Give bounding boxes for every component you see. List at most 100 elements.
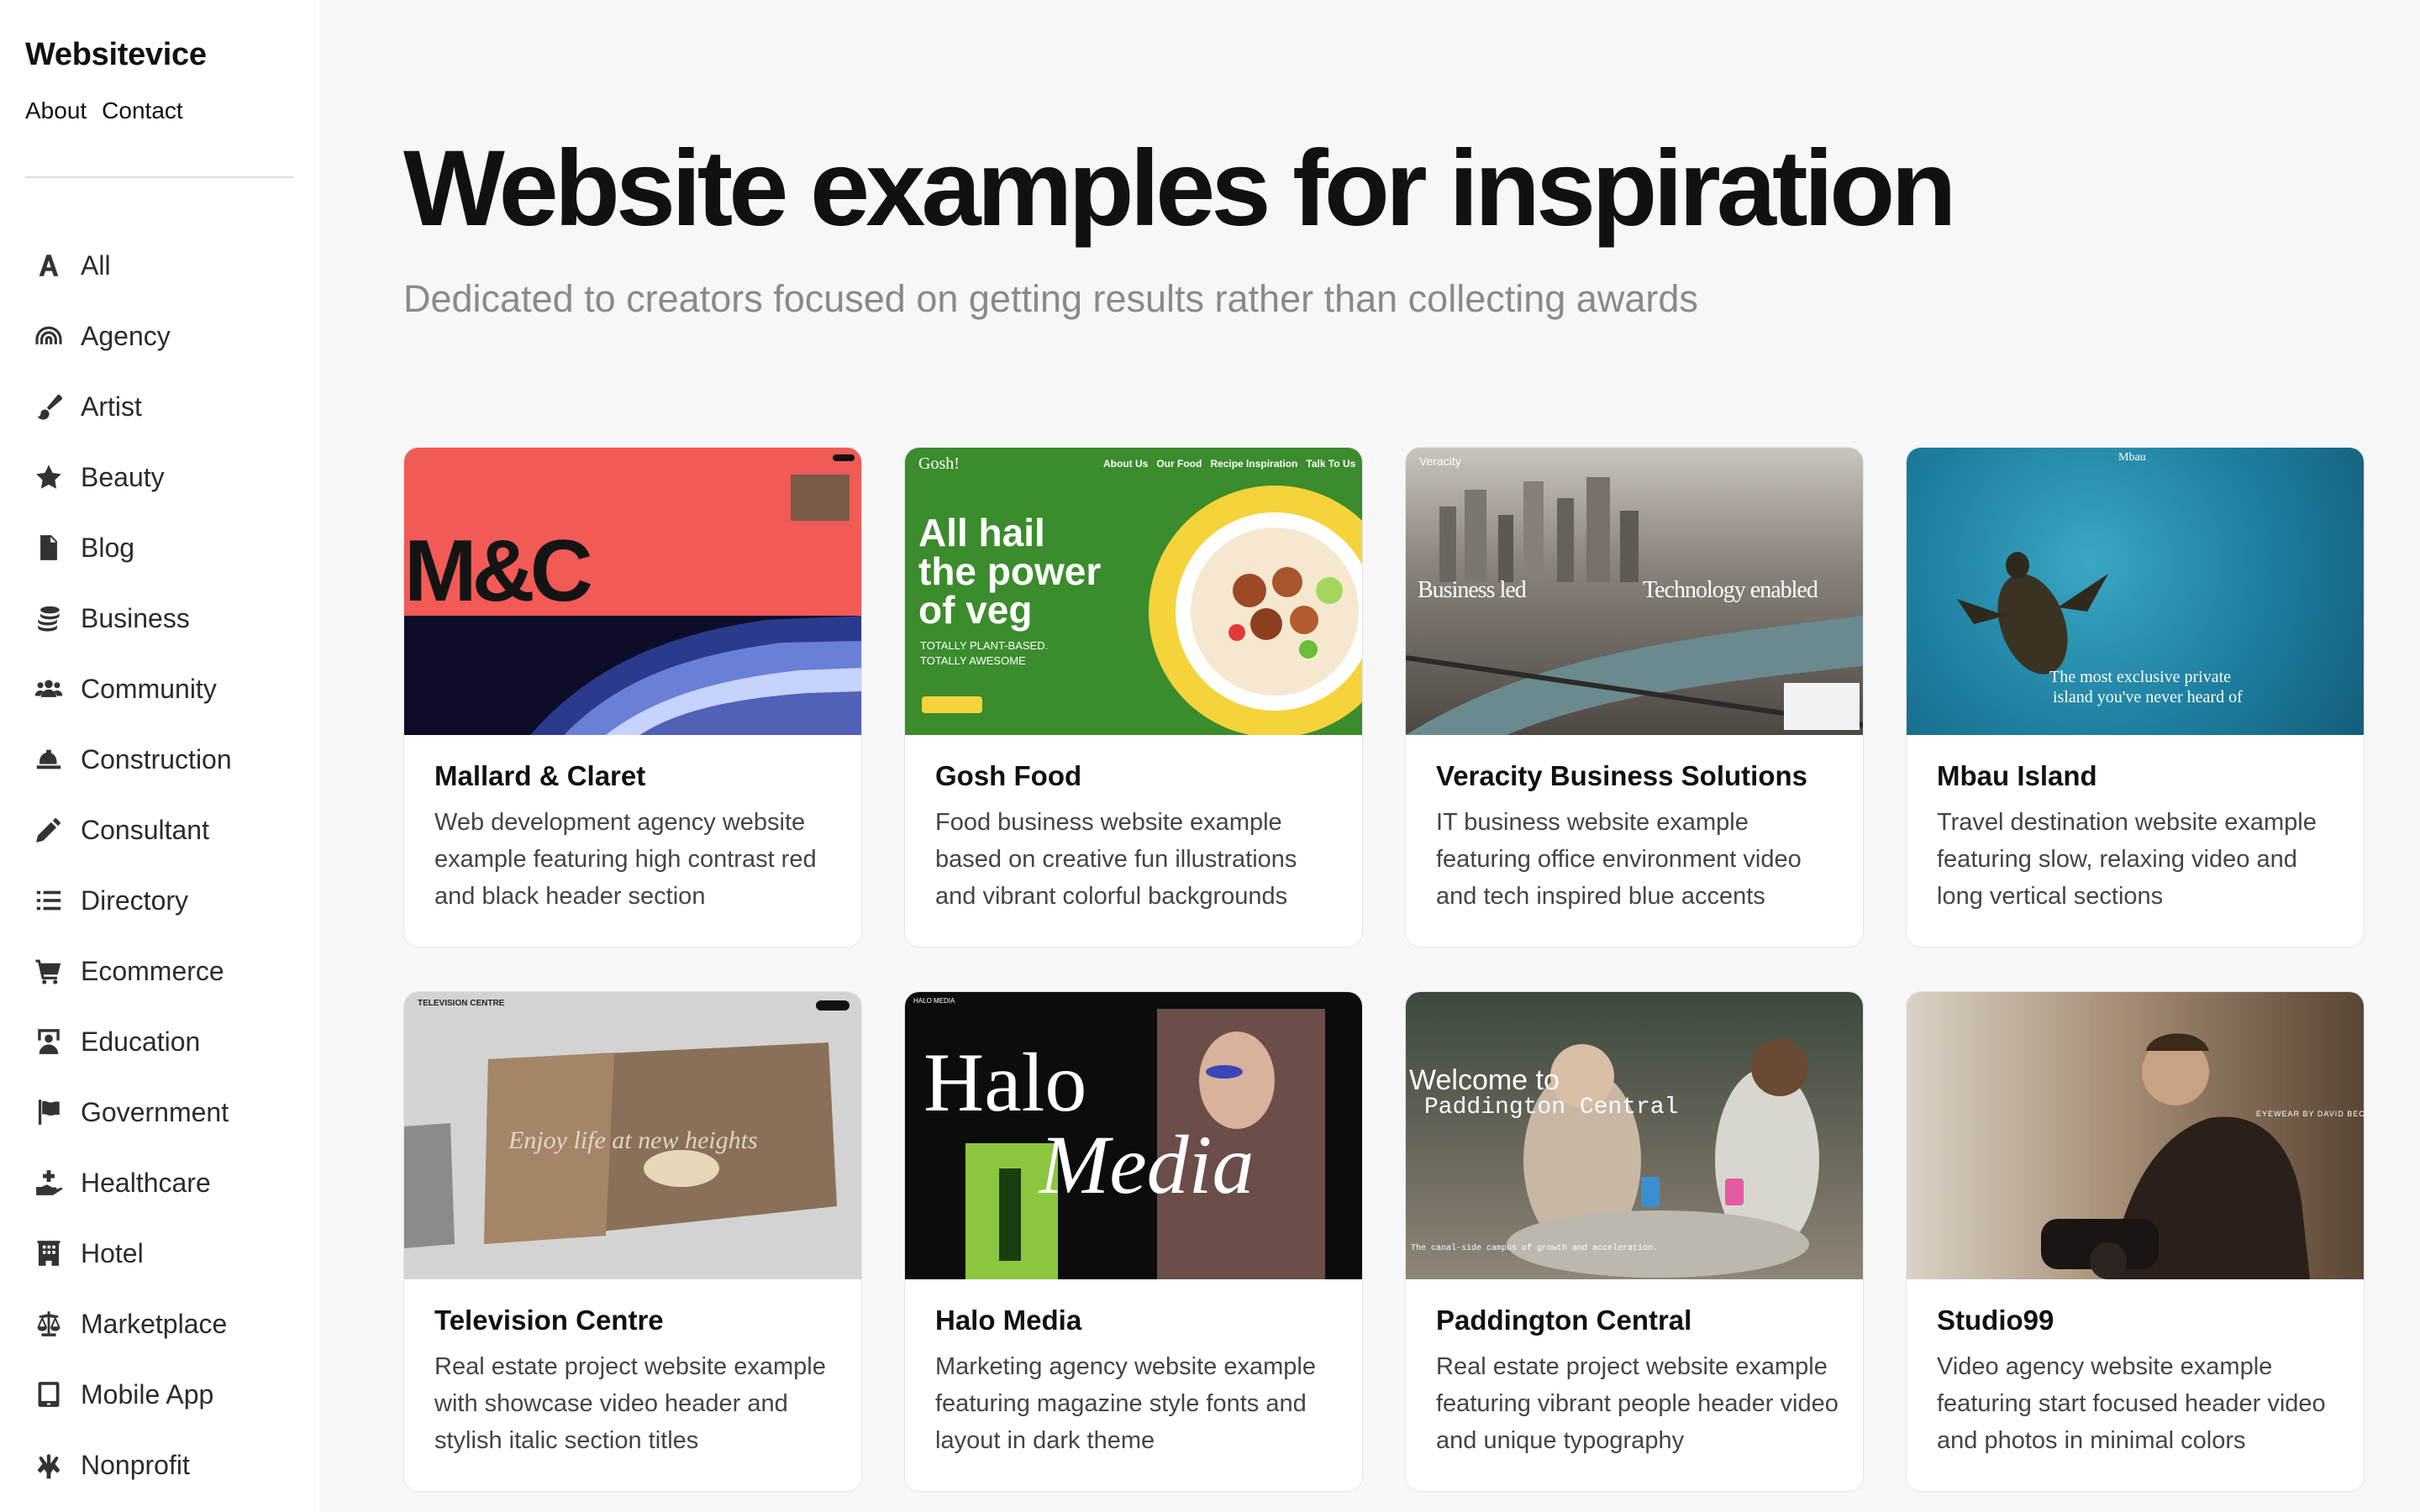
thumb-logo: M&C (404, 522, 593, 620)
card-description: Real estate project website example with… (434, 1353, 826, 1454)
example-card[interactable]: TELEVISION CENTRE Enjoy life at new heig… (403, 991, 862, 1492)
category-artist[interactable]: Artist (32, 371, 232, 442)
category-label: Agency (81, 320, 171, 351)
category-label: Mobile App (81, 1378, 214, 1410)
category-label: Healthcare (81, 1167, 211, 1198)
thumb-tagline: EYEWEAR BY DAVID BECKHAM (2256, 1110, 2364, 1118)
page-subtitle: Dedicated to creators focused on getting… (403, 277, 1698, 320)
building-icon (32, 1236, 66, 1270)
thumb-tagline: The canal-side campus of growth and acce… (1411, 1244, 1659, 1253)
category-label: Blog (81, 532, 135, 563)
nav-contact-link[interactable]: Contact (102, 97, 183, 124)
coins-icon (32, 601, 66, 635)
category-blog[interactable]: Blog (32, 512, 232, 583)
card-title: Halo Media (935, 1305, 1082, 1336)
category-government[interactable]: Government (32, 1077, 232, 1147)
thumb-tagline: TOTALLY AWESOME (920, 654, 1026, 667)
thumb-headline: Welcome to (1409, 1064, 1560, 1096)
category-directory[interactable]: Directory (32, 865, 232, 936)
teacher-icon (32, 1025, 66, 1058)
category-label: Hotel (81, 1237, 144, 1268)
star-icon (32, 460, 66, 494)
category-business[interactable]: Business (32, 583, 232, 654)
paintbrush-icon (32, 390, 66, 423)
category-ecommerce[interactable]: Ecommerce (32, 936, 232, 1006)
card-thumbnail: Mbau The most exclusive private island y… (1907, 448, 2364, 735)
flag-icon (32, 1095, 66, 1129)
category-label: Directory (81, 885, 189, 916)
thumb-headline: island you've never heard of (2053, 688, 2243, 706)
category-label: Ecommerce (81, 955, 224, 986)
card-description: IT business website example featuring of… (1436, 809, 1802, 910)
pencil-icon (32, 813, 66, 847)
thumb-headline: Enjoy life at new heights (508, 1126, 758, 1154)
list-icon (32, 884, 66, 917)
example-card[interactable]: Mbau The most exclusive private island y… (1906, 447, 2365, 948)
hands-icon (32, 1448, 66, 1482)
thumb-headline: of veg (918, 588, 1033, 632)
cart-icon (32, 954, 66, 988)
category-nonprofit[interactable]: Nonprofit (32, 1430, 232, 1500)
card-description: Marketing agency website example featuri… (935, 1353, 1316, 1454)
category-mobile-app[interactable]: Mobile App (32, 1359, 232, 1430)
thumb-nav: About Us Our Food Recipe Inspiration Tal… (1103, 458, 1355, 470)
card-title: Mallard & Claret (434, 760, 646, 791)
category-agency[interactable]: Agency (32, 301, 232, 371)
tablet-icon (32, 1378, 66, 1411)
card-title: Gosh Food (935, 760, 1082, 791)
example-card[interactable]: HALO MEDIA Halo Media Halo Media Marketi… (904, 991, 1363, 1492)
thumb-nav-item: Recipe Inspiration (1210, 458, 1298, 470)
example-card[interactable]: M&C Mallard & Claret Web development age… (403, 447, 862, 948)
example-card[interactable]: Gosh! About Us Our Food Recipe Inspirati… (904, 447, 1363, 948)
category-all[interactable]: All (32, 230, 232, 301)
category-beauty[interactable]: Beauty (32, 442, 232, 512)
example-card[interactable]: EYEWEAR BY DAVID BECKHAM Studio99 Video … (1906, 991, 2365, 1492)
category-construction[interactable]: Construction (32, 724, 232, 795)
category-label: Nonprofit (81, 1449, 190, 1480)
category-label: Education (81, 1026, 201, 1057)
document-icon (32, 531, 66, 564)
main-content: Website examples for inspiration Dedicat… (403, 0, 2365, 1512)
examples-grid: M&C Mallard & Claret Web development age… (403, 447, 2365, 1492)
category-healthcare[interactable]: Healthcare (32, 1147, 232, 1218)
thumb-brand: HALO MEDIA (913, 997, 955, 1005)
people-icon (32, 672, 66, 706)
category-community[interactable]: Community (32, 654, 232, 724)
card-description: Food business website example based on c… (935, 809, 1297, 910)
thumb-brand: Gosh! (918, 454, 960, 473)
hard-hat-icon (32, 743, 66, 776)
brand-logo[interactable]: Websitevice (25, 37, 207, 73)
paddington-artwork (1507, 1039, 1819, 1278)
category-label: Government (81, 1096, 229, 1127)
hand-holding-medical-icon (32, 1166, 66, 1200)
category-consultant[interactable]: Consultant (32, 795, 232, 865)
category-list: All Agency Artist Beauty Blog Business C… (32, 230, 232, 1500)
page-title: Website examples for inspiration (403, 129, 1956, 249)
card-description: Video agency website example featuring s… (1937, 1353, 2326, 1454)
card-thumbnail: Gosh! About Us Our Food Recipe Inspirati… (905, 448, 1362, 735)
example-card[interactable]: Veracity Business led Technology enabled… (1405, 447, 1864, 948)
category-hotel[interactable]: Hotel (32, 1218, 232, 1289)
thumb-tagline: TOTALLY PLANT-BASED. (920, 639, 1049, 652)
scale-icon (32, 1307, 66, 1341)
studio99-artwork (2041, 1033, 2310, 1279)
thumb-nav-item: Our Food (1156, 458, 1202, 470)
category-education[interactable]: Education (32, 1006, 232, 1077)
card-description: Web development agency website example f… (434, 809, 817, 910)
thumb-brand: Veracity (1419, 454, 1461, 468)
card-thumbnail: Veracity Business led Technology enabled (1406, 448, 1863, 735)
category-label: Construction (81, 743, 232, 774)
card-title: Veracity Business Solutions (1436, 760, 1807, 791)
category-marketplace[interactable]: Marketplace (32, 1289, 232, 1359)
top-nav: About Contact (25, 97, 183, 124)
card-title: Television Centre (434, 1305, 664, 1336)
example-card[interactable]: Welcome to Paddington Central The canal-… (1405, 991, 1864, 1492)
thumb-nav-item: About Us (1103, 458, 1149, 470)
rainbow-icon (32, 319, 66, 353)
thumb-headline: Technology enabled (1643, 577, 1818, 603)
card-title: Studio99 (1937, 1305, 2054, 1336)
category-label: Marketplace (81, 1308, 228, 1339)
category-label: Community (81, 673, 217, 704)
nav-about-link[interactable]: About (25, 97, 87, 124)
card-thumbnail: EYEWEAR BY DAVID BECKHAM (1907, 992, 2364, 1279)
